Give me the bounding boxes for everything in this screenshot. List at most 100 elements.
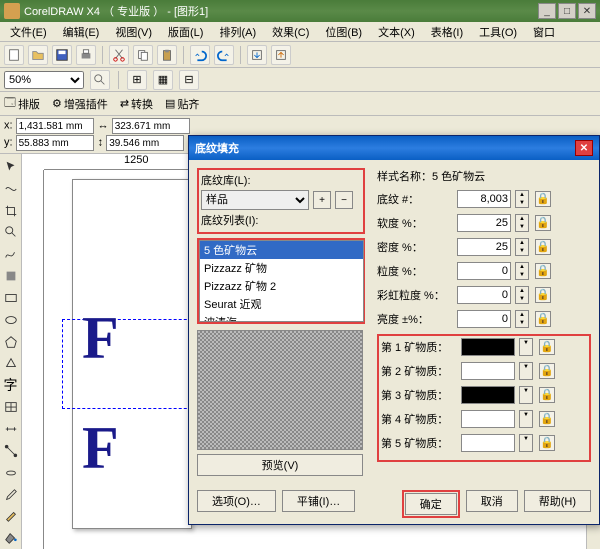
color-dropdown[interactable]: ▼ bbox=[519, 362, 533, 380]
copy-button[interactable] bbox=[133, 45, 153, 65]
basic-shapes-tool[interactable] bbox=[1, 353, 21, 373]
color-swatch[interactable] bbox=[461, 434, 515, 452]
param-spinner[interactable]: ▲▼ bbox=[515, 262, 529, 280]
rectangle-tool[interactable] bbox=[1, 288, 21, 308]
param-input[interactable] bbox=[457, 214, 511, 232]
polygon-tool[interactable] bbox=[1, 332, 21, 352]
save-button[interactable] bbox=[52, 45, 72, 65]
x-input[interactable] bbox=[16, 118, 94, 134]
lock-icon[interactable]: 🔒 bbox=[539, 339, 555, 355]
fill-tool[interactable] bbox=[1, 528, 21, 548]
crop-tool[interactable] bbox=[1, 201, 21, 221]
new-button[interactable] bbox=[4, 45, 24, 65]
cut-button[interactable] bbox=[109, 45, 129, 65]
zoom-in-icon[interactable] bbox=[90, 70, 110, 90]
paste-button[interactable] bbox=[157, 45, 177, 65]
lib-add-button[interactable]: + bbox=[313, 191, 331, 209]
h-input[interactable] bbox=[106, 135, 184, 151]
preview-button[interactable]: 预览(V) bbox=[197, 454, 363, 476]
lock-icon[interactable]: 🔒 bbox=[535, 239, 551, 255]
dialog-titlebar[interactable]: 底纹填充 ✕ bbox=[189, 136, 599, 160]
ellipse-tool[interactable] bbox=[1, 310, 21, 330]
import-button[interactable] bbox=[247, 45, 267, 65]
color-dropdown[interactable]: ▼ bbox=[519, 386, 533, 404]
color-swatch[interactable] bbox=[461, 362, 515, 380]
color-dropdown[interactable]: ▼ bbox=[519, 338, 533, 356]
color-swatch[interactable] bbox=[461, 410, 515, 428]
param-input[interactable] bbox=[457, 262, 511, 280]
lock-icon[interactable]: 🔒 bbox=[535, 287, 551, 303]
ok-button[interactable]: 确定 bbox=[405, 493, 457, 515]
pick-tool[interactable] bbox=[1, 157, 21, 177]
plugin-label[interactable]: 增强插件 bbox=[64, 96, 108, 112]
snap-icon[interactable]: ⊞ bbox=[127, 70, 147, 90]
menu-arrange[interactable]: 排列(A) bbox=[211, 22, 264, 42]
eyedropper-tool[interactable] bbox=[1, 485, 21, 505]
list-item[interactable]: 5 色矿物云 bbox=[200, 241, 363, 259]
menu-edit[interactable]: 编辑(E) bbox=[55, 22, 108, 42]
artwork-2[interactable]: F bbox=[82, 414, 119, 483]
export-button[interactable] bbox=[271, 45, 291, 65]
color-dropdown[interactable]: ▼ bbox=[519, 434, 533, 452]
redo-button[interactable] bbox=[214, 45, 234, 65]
menu-file[interactable]: 文件(E) bbox=[2, 22, 55, 42]
library-select[interactable]: 样品 bbox=[201, 190, 309, 210]
text-tool[interactable]: 字 bbox=[1, 375, 21, 395]
menu-layout[interactable]: 版面(L) bbox=[160, 22, 211, 42]
convert-label[interactable]: 转换 bbox=[131, 96, 153, 112]
print-button[interactable] bbox=[76, 45, 96, 65]
list-item[interactable]: Pizzazz 矿物 2 bbox=[200, 277, 363, 295]
param-spinner[interactable]: ▲▼ bbox=[515, 238, 529, 256]
shape-tool[interactable] bbox=[1, 179, 21, 199]
outline-tool[interactable] bbox=[1, 506, 21, 526]
guides-icon[interactable]: ⊟ bbox=[179, 70, 199, 90]
menu-text[interactable]: 文本(X) bbox=[370, 22, 423, 42]
list-item[interactable]: 波涛海 bbox=[200, 313, 363, 322]
w-input[interactable] bbox=[112, 118, 190, 134]
lock-icon[interactable]: 🔒 bbox=[535, 191, 551, 207]
texture-listbox[interactable]: 5 色矿物云 Pizzazz 矿物 Pizzazz 矿物 2 Seurat 近观… bbox=[199, 240, 364, 322]
lock-icon[interactable]: 🔒 bbox=[535, 311, 551, 327]
lock-icon[interactable]: 🔒 bbox=[539, 435, 555, 451]
connector-tool[interactable] bbox=[1, 441, 21, 461]
menu-effects[interactable]: 效果(C) bbox=[264, 22, 317, 42]
cancel-button[interactable]: 取消 bbox=[466, 490, 518, 512]
table-tool[interactable] bbox=[1, 397, 21, 417]
color-swatch[interactable] bbox=[461, 386, 515, 404]
dimension-tool[interactable] bbox=[1, 419, 21, 439]
y-input[interactable] bbox=[16, 135, 94, 151]
lock-icon[interactable]: 🔒 bbox=[535, 215, 551, 231]
minimize-button[interactable]: _ bbox=[538, 3, 556, 19]
lock-icon[interactable]: 🔒 bbox=[539, 363, 555, 379]
menu-window[interactable]: 窗口 bbox=[525, 22, 563, 42]
color-swatch[interactable] bbox=[461, 338, 515, 356]
param-input[interactable] bbox=[457, 238, 511, 256]
lib-remove-button[interactable]: − bbox=[335, 191, 353, 209]
menu-bitmap[interactable]: 位图(B) bbox=[317, 22, 370, 42]
close-button[interactable]: ✕ bbox=[578, 3, 596, 19]
tile-button[interactable]: 平铺(I)… bbox=[282, 490, 355, 512]
menu-tools[interactable]: 工具(O) bbox=[471, 22, 525, 42]
zoom-select[interactable]: 50% bbox=[4, 71, 84, 89]
param-input[interactable] bbox=[457, 310, 511, 328]
smart-fill-tool[interactable] bbox=[1, 266, 21, 286]
list-item[interactable]: Pizzazz 矿物 bbox=[200, 259, 363, 277]
interactive-tool[interactable] bbox=[1, 463, 21, 483]
menu-view[interactable]: 视图(V) bbox=[107, 22, 160, 42]
artwork-1[interactable]: F bbox=[82, 304, 119, 373]
param-spinner[interactable]: ▲▼ bbox=[515, 310, 529, 328]
freehand-tool[interactable] bbox=[1, 244, 21, 264]
dialog-close-button[interactable]: ✕ bbox=[575, 140, 593, 156]
param-input[interactable] bbox=[457, 286, 511, 304]
param-spinner[interactable]: ▲▼ bbox=[515, 286, 529, 304]
maximize-button[interactable]: □ bbox=[558, 3, 576, 19]
menu-table[interactable]: 表格(I) bbox=[423, 22, 471, 42]
lock-icon[interactable]: 🔒 bbox=[535, 263, 551, 279]
lock-icon[interactable]: 🔒 bbox=[539, 387, 555, 403]
open-button[interactable] bbox=[28, 45, 48, 65]
undo-button[interactable] bbox=[190, 45, 210, 65]
lock-icon[interactable]: 🔒 bbox=[539, 411, 555, 427]
options-button[interactable]: 选项(O)… bbox=[197, 490, 276, 512]
layout-label[interactable]: 排版 bbox=[18, 96, 40, 112]
color-dropdown[interactable]: ▼ bbox=[519, 410, 533, 428]
